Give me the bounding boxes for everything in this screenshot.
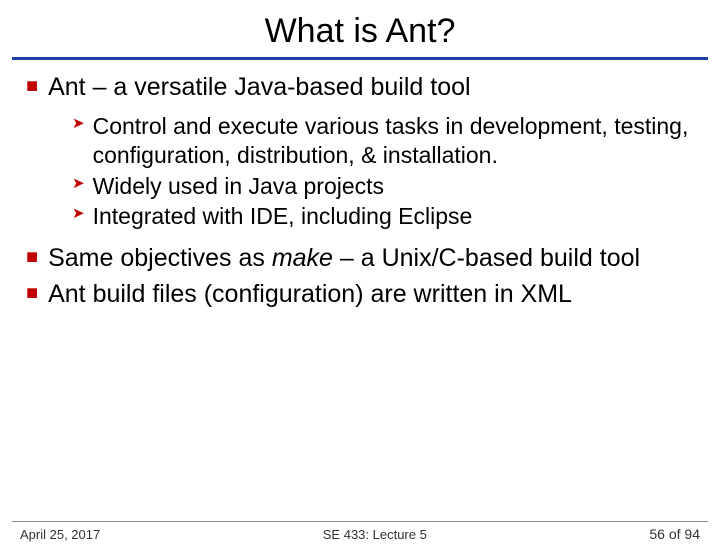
title-underline [12, 57, 708, 60]
footer-divider [12, 521, 708, 522]
sub-bullet-1: ➤ Control and execute various tasks in d… [72, 112, 694, 170]
arrow-bullet-icon: ➤ [72, 112, 85, 170]
bullet-1-text: Ant – a versatile Java-based build tool [48, 72, 470, 102]
slide-body: ■ Ant – a versatile Java-based build too… [0, 72, 720, 309]
bullet-2-text-make: make [272, 244, 333, 272]
sub-bullet-2-text: Widely used in Java projects [93, 172, 384, 201]
sub-bullet-list: ➤ Control and execute various tasks in d… [26, 108, 694, 239]
square-bullet-icon: ■ [26, 279, 38, 309]
slide-title: What is Ant? [0, 12, 720, 51]
sub-bullet-2: ➤ Widely used in Java projects [72, 172, 694, 201]
bullet-2-text-a: Same objectives as [48, 244, 272, 272]
slide-footer: April 25, 2017 SE 433: Lecture 5 56 of 9… [0, 521, 720, 542]
bullet-1: ■ Ant – a versatile Java-based build too… [26, 72, 694, 102]
bullet-2: ■ Same objectives as make – a Unix/C-bas… [26, 243, 694, 273]
arrow-bullet-icon: ➤ [72, 172, 85, 201]
sub-bullet-3-text: Integrated with IDE, including Eclipse [93, 202, 473, 231]
sub-bullet-3: ➤ Integrated with IDE, including Eclipse [72, 202, 694, 231]
square-bullet-icon: ■ [26, 72, 38, 102]
bullet-2-text-c: – a Unix/C-based build tool [333, 244, 640, 272]
arrow-bullet-icon: ➤ [72, 202, 85, 231]
bullet-2-text: Same objectives as make – a Unix/C-based… [48, 243, 640, 273]
sub-bullet-1-text: Control and execute various tasks in dev… [93, 112, 694, 170]
square-bullet-icon: ■ [26, 243, 38, 273]
bullet-3: ■ Ant build files (configuration) are wr… [26, 279, 694, 309]
bullet-3-text: Ant build files (configuration) are writ… [48, 279, 572, 309]
